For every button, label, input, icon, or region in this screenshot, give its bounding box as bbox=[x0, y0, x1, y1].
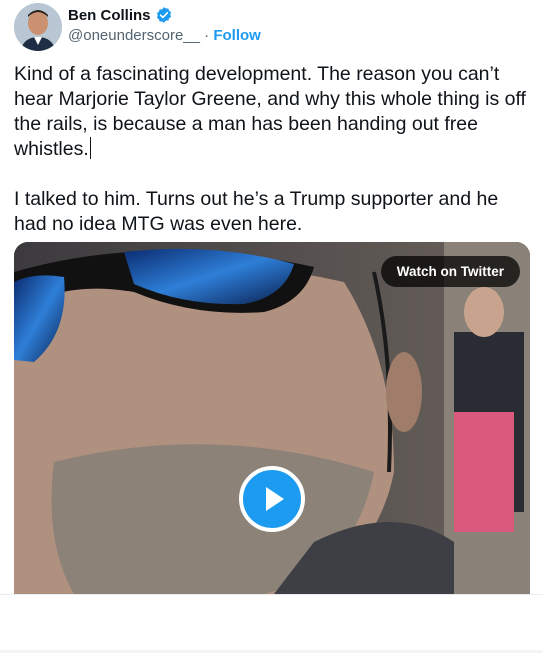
play-icon bbox=[266, 487, 284, 511]
tweet-text: Kind of a fascinating development. The r… bbox=[14, 62, 530, 262]
text-cursor bbox=[89, 137, 91, 159]
follow-link[interactable]: Follow bbox=[213, 27, 261, 44]
author-name[interactable]: Ben Collins bbox=[68, 7, 151, 24]
avatar-photo bbox=[14, 3, 62, 51]
video-thumbnail bbox=[14, 242, 530, 594]
tweet-card: Ben Collins @oneunderscore__ · Follow Ki… bbox=[0, 0, 543, 653]
avatar[interactable] bbox=[14, 3, 62, 51]
divider bbox=[0, 594, 543, 595]
separator-dot: · bbox=[204, 27, 210, 44]
play-button[interactable] bbox=[239, 466, 305, 532]
author-handle[interactable]: @oneunderscore__ bbox=[68, 27, 200, 44]
tweet-paragraph-2: I talked to him. Turns out he’s a Trump … bbox=[14, 188, 499, 235]
verified-badge-icon bbox=[155, 6, 173, 24]
watch-on-twitter-button[interactable]: Watch on Twitter bbox=[380, 256, 520, 287]
author-handle-row: @oneunderscore__ · Follow bbox=[68, 27, 261, 44]
tweet-paragraph-1: Kind of a fascinating development. The r… bbox=[14, 63, 526, 160]
author-name-row: Ben Collins bbox=[68, 6, 173, 24]
video-player[interactable]: Watch on Twitter bbox=[14, 242, 530, 594]
